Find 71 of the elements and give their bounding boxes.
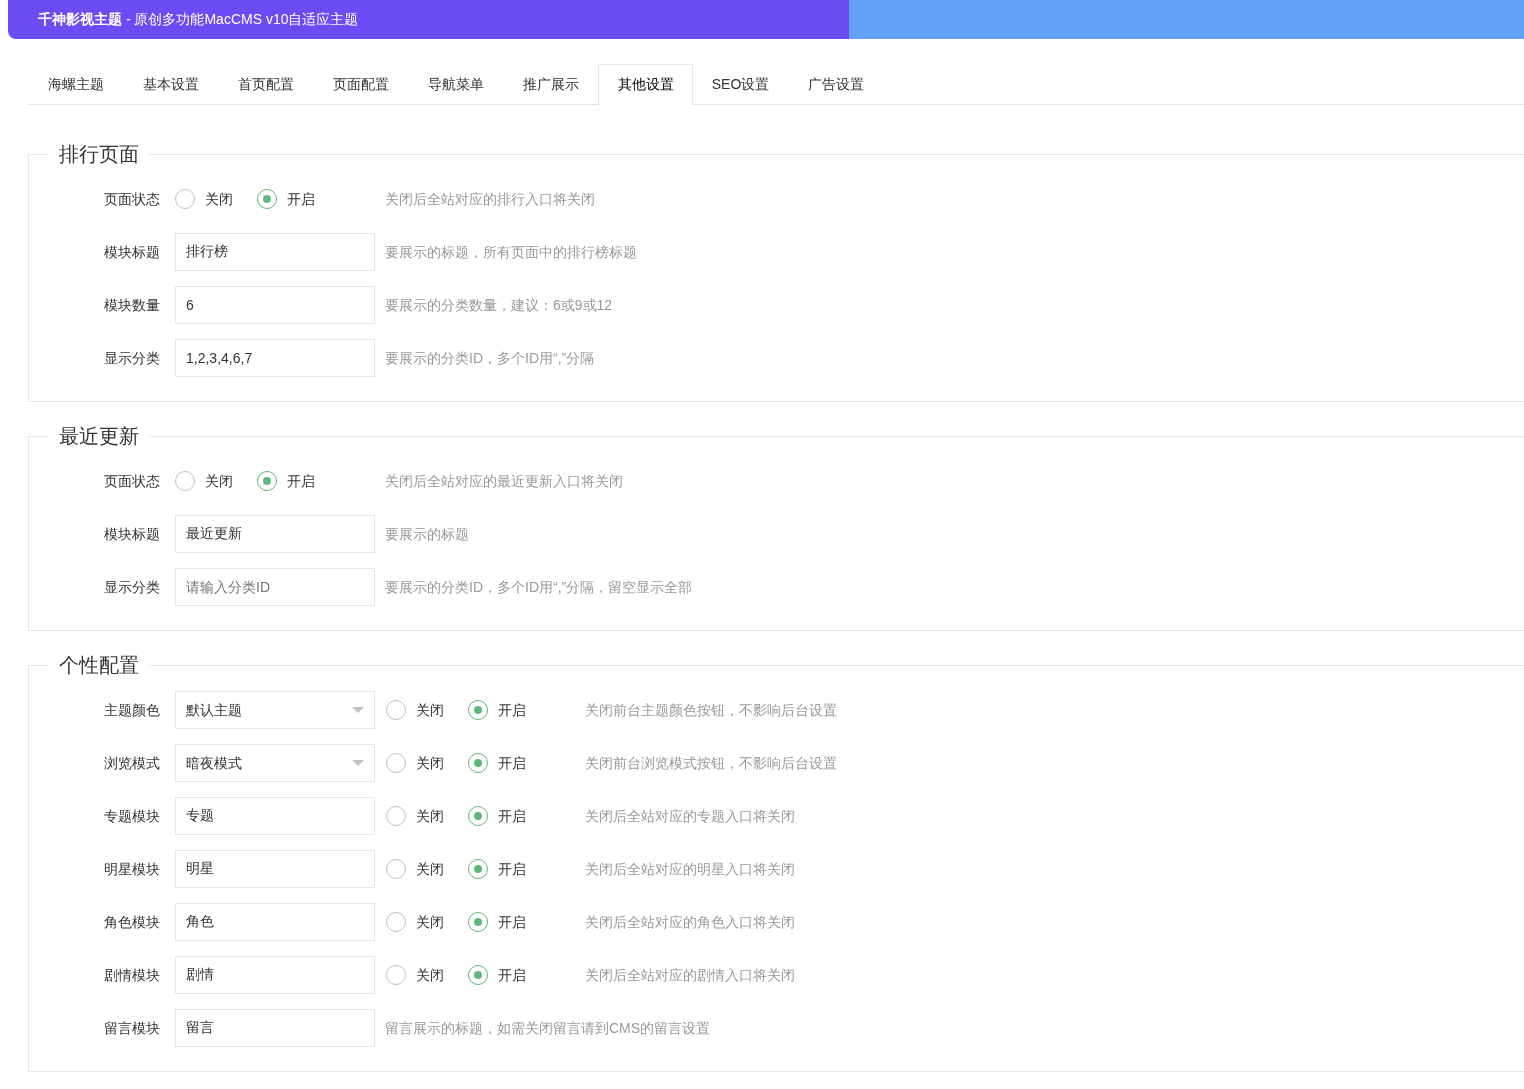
field-label: 显示分类 — [103, 348, 160, 368]
input-field[interactable]: 专题 — [175, 797, 375, 835]
hint-text: 要展示的标题，所有页面中的排行榜标题 — [385, 242, 637, 262]
hint-text: 关闭后全站对应的角色入口将关闭 — [585, 912, 795, 932]
input-field[interactable]: 1,2,3,4,6,7 — [175, 339, 375, 377]
hint-text: 要展示的分类ID，多个ID用“,”分隔 — [385, 348, 595, 368]
input-field[interactable]: 最近更新 — [175, 515, 375, 553]
field-label: 显示分类 — [103, 577, 160, 597]
radio-label: 关闭 — [416, 912, 444, 932]
radio-label: 关闭 — [205, 471, 233, 491]
field-label: 浏览模式 — [103, 753, 160, 773]
tab[interactable]: 导航菜单 — [408, 64, 503, 104]
caret-icon — [352, 707, 364, 713]
tab[interactable]: 基本设置 — [123, 64, 218, 104]
field-label: 剧情模块 — [103, 965, 160, 985]
tab[interactable]: 推广展示 — [503, 64, 598, 104]
field-label: 页面状态 — [103, 189, 160, 209]
hint-text: 关闭后全站对应的最近更新入口将关闭 — [385, 471, 623, 491]
field-label: 页面状态 — [103, 471, 160, 491]
tab[interactable]: 广告设置 — [788, 64, 883, 104]
field-label: 模块标题 — [103, 524, 160, 544]
tab[interactable]: 首页配置 — [218, 64, 313, 104]
radio-label: 开启 — [498, 912, 526, 932]
field-label: 留言模块 — [103, 1018, 160, 1038]
hint-text: 关闭后全站对应的明星入口将关闭 — [585, 859, 795, 879]
radio-label: 开启 — [498, 965, 526, 985]
radio-label: 关闭 — [416, 965, 444, 985]
caret-icon — [352, 760, 364, 766]
input-field[interactable]: 剧情 — [175, 956, 375, 994]
radio-label: 开启 — [498, 753, 526, 773]
radio-label: 关闭 — [416, 753, 444, 773]
field-label: 专题模块 — [103, 806, 160, 826]
radio-label: 开启 — [287, 471, 315, 491]
radio-label: 关闭 — [416, 806, 444, 826]
radio-label: 关闭 — [416, 700, 444, 720]
tab[interactable]: SEO设置 — [693, 64, 788, 104]
radio-label: 关闭 — [205, 189, 233, 209]
input-field[interactable]: 明星 — [175, 850, 375, 888]
dropdown[interactable]: 默认主题 — [175, 691, 375, 729]
hint-text: 留言展示的标题，如需关闭留言请到CMS的留言设置 — [385, 1018, 711, 1038]
section-title: 排行页面 — [58, 142, 140, 166]
hint-text: 要展示的分类数量，建议：6或9或12 — [385, 295, 613, 315]
tab[interactable]: 页面配置 — [313, 64, 408, 104]
hint-text: 关闭前台浏览模式按钮，不影响后台设置 — [585, 753, 837, 773]
tab[interactable]: 其他设置 — [598, 64, 693, 105]
app-title: 千神影视主题 - 原创多功能MacCMS v10自适应主题 — [38, 10, 359, 29]
radio-label: 开启 — [498, 700, 526, 720]
input-field[interactable]: 6 — [175, 286, 375, 324]
hint-text: 关闭前台主题颜色按钮，不影响后台设置 — [585, 700, 837, 720]
field-label: 角色模块 — [103, 912, 160, 932]
tab[interactable]: 海螺主题 — [28, 64, 123, 104]
radio-label: 开启 — [287, 189, 315, 209]
hint-text: 要展示的标题 — [385, 524, 469, 544]
hint-text: 关闭后全站对应的剧情入口将关闭 — [585, 965, 795, 985]
field-label: 明星模块 — [103, 859, 160, 879]
field-label: 模块标题 — [103, 242, 160, 262]
input-field[interactable]: 角色 — [175, 903, 375, 941]
radio-label: 关闭 — [416, 859, 444, 879]
dropdown[interactable]: 暗夜模式 — [175, 744, 375, 782]
field-label: 模块数量 — [103, 295, 160, 315]
section-title: 个性配置 — [58, 653, 140, 677]
hint-text: 要展示的分类ID，多个ID用“,”分隔，留空显示全部 — [385, 577, 693, 597]
section-title: 最近更新 — [58, 424, 140, 448]
field-label: 主题颜色 — [103, 700, 160, 720]
hint-text: 关闭后全站对应的专题入口将关闭 — [585, 806, 795, 826]
radio-label: 开启 — [498, 859, 526, 879]
input-field[interactable]: 留言 — [175, 1009, 375, 1047]
radio-label: 开启 — [498, 806, 526, 826]
input-field[interactable]: 请输入分类ID — [175, 568, 375, 606]
input-field[interactable]: 排行榜 — [175, 233, 375, 271]
hint-text: 关闭后全站对应的排行入口将关闭 — [385, 189, 595, 209]
